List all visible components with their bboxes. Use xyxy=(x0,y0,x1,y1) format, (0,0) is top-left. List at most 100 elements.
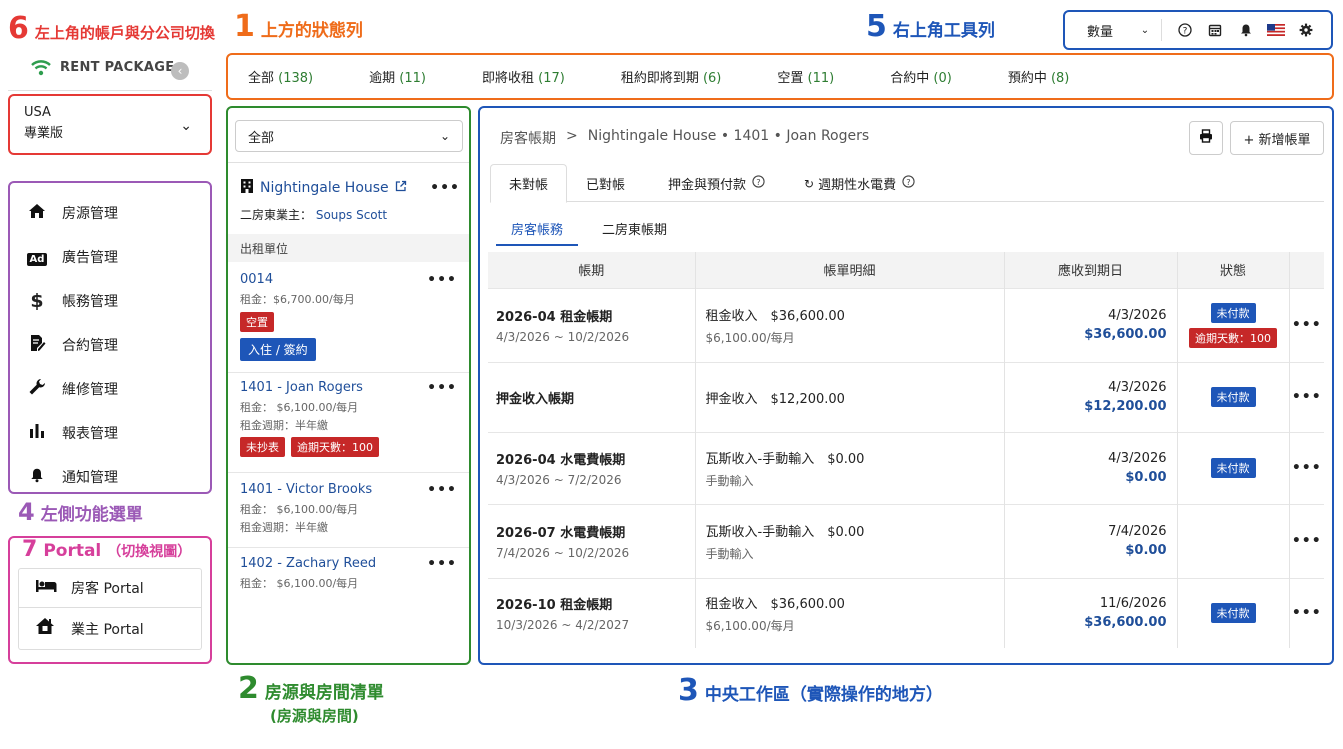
nav-item-ads[interactable]: Ad 廣告管理 xyxy=(10,235,210,279)
more-options-icon[interactable]: ••• xyxy=(427,556,457,572)
due-amount: $0.00 xyxy=(1125,543,1167,558)
table-row[interactable]: 2026-07 水電費帳期 7/4/2026 ~ 10/2/2026 瓦斯收入-手動… xyxy=(488,503,1324,578)
unit-name[interactable]: 0014 xyxy=(240,272,273,288)
plist-divider xyxy=(228,162,469,163)
print-button[interactable] xyxy=(1189,121,1223,155)
unit-item[interactable]: 1402 - Zachary Reed ••• 租金： $6,100.00/每月 xyxy=(228,549,469,601)
app-logo: RENT PACKAGE xyxy=(30,58,174,76)
unit-item[interactable]: 1401 - Joan Rogers ••• 租金： $6,100.00/每月 … xyxy=(228,374,469,472)
bell-icon[interactable] xyxy=(1230,13,1260,47)
us-flag-icon[interactable] xyxy=(1261,13,1291,47)
collapse-sidebar-icon[interactable]: ‹ xyxy=(171,62,189,80)
property-header[interactable]: Nightingale House ••• xyxy=(240,178,460,198)
more-options-icon[interactable]: ••• xyxy=(1292,533,1322,549)
nav-item-finance[interactable]: $ 帳務管理 xyxy=(10,279,210,323)
col-actions xyxy=(1289,252,1324,288)
top-right-toolbar: 數量 ⌄ ? xyxy=(1063,10,1333,50)
col-status[interactable]: 狀態 xyxy=(1177,252,1290,288)
more-options-icon[interactable]: ••• xyxy=(427,272,457,288)
more-options-icon[interactable]: ••• xyxy=(427,380,457,396)
more-options-icon[interactable]: ••• xyxy=(1292,460,1322,476)
bill-range: 10/3/2026 ~ 4/2/2027 xyxy=(496,618,630,633)
chevron-down-icon: ⌄ xyxy=(439,129,450,143)
table-header-row: 帳期 帳單明細 應收到期日 狀態 xyxy=(488,252,1324,288)
property-name[interactable]: Nightingale House xyxy=(260,180,389,196)
bill-range: 7/4/2026 ~ 10/2/2026 xyxy=(496,546,630,560)
account-switcher[interactable]: USA 專業版 ⌄ xyxy=(8,94,212,155)
bill-table: 帳期 帳單明細 應收到期日 狀態 2026-04 租金帳期 4/3/2026 ~ … xyxy=(488,252,1324,648)
subtab-sublandlord-billing[interactable]: 二房東帳期 xyxy=(602,219,667,238)
owner-portal-button[interactable]: 業主 Portal xyxy=(18,608,202,650)
landlord-line: 二房東業主： Soups Scott xyxy=(240,208,388,222)
gear-icon[interactable] xyxy=(1291,13,1321,47)
annotation-5: 5 右上角工具列 xyxy=(866,9,995,44)
property-filter-select[interactable]: 全部 ⌄ xyxy=(235,120,463,152)
table-row[interactable]: 2026-04 租金帳期 4/3/2026 ~ 10/2/2026 租金收入 $36… xyxy=(488,287,1324,362)
nav-item-maintenance[interactable]: 維修管理 xyxy=(10,367,210,411)
bill-period: 2026-04 水電費帳期 xyxy=(496,453,626,468)
more-options-icon[interactable]: ••• xyxy=(430,180,460,196)
table-row[interactable]: 押金收入帳期 押金收入 $12,200.00 4/3/2026 $12,200.00 未… xyxy=(488,361,1324,432)
status-tab[interactable]: 全部 (138) xyxy=(248,67,313,86)
more-options-icon[interactable]: ••• xyxy=(1292,605,1322,621)
col-detail[interactable]: 帳單明細 xyxy=(695,252,1005,288)
table-row[interactable]: 2026-04 水電費帳期 4/3/2026 ~ 7/2/2026 瓦斯收入-手動輸… xyxy=(488,431,1324,504)
tab-deposit-prepayment[interactable]: 押金與預付款 ? xyxy=(668,174,765,193)
calendar-icon[interactable] xyxy=(1200,13,1230,47)
unit-name[interactable]: 1401 - Victor Brooks xyxy=(240,482,372,498)
help-icon[interactable]: ? xyxy=(752,175,765,192)
nav-item-reports[interactable]: 報表管理 xyxy=(10,411,210,455)
landlord-name[interactable]: Soups Scott xyxy=(316,208,387,222)
wifi-logo-icon xyxy=(31,60,51,76)
more-options-icon[interactable]: ••• xyxy=(1292,389,1322,405)
bill-detail: 租金收入 $36,600.00 xyxy=(705,596,845,612)
bill-detail-sub: 手動輸入 xyxy=(705,546,754,561)
nav-item-contract[interactable]: 合約管理 xyxy=(10,323,210,367)
status-tab[interactable]: 逾期 (11) xyxy=(369,67,426,86)
nav-item-notifications[interactable]: 通知管理 xyxy=(10,455,210,499)
breadcrumb-root[interactable]: 房客帳期 xyxy=(500,128,556,148)
help-icon[interactable]: ? xyxy=(902,175,915,192)
overdue-days-tag: 逾期天數：100 xyxy=(291,437,379,457)
unit-item[interactable]: 1401 - Victor Brooks ••• 租金： $6,100.00/每… xyxy=(228,474,469,546)
more-options-icon[interactable]: ••• xyxy=(427,482,457,498)
bill-range: 4/3/2026 ~ 10/2/2026 xyxy=(496,330,630,344)
more-options-icon[interactable]: ••• xyxy=(1292,317,1322,333)
quantity-select[interactable]: 數量 ⌄ xyxy=(1083,13,1153,47)
annotation-1: 1 上方的狀態列 xyxy=(234,9,363,44)
move-in-sign-button[interactable]: 入住 / 簽約 xyxy=(240,338,316,361)
status-tab[interactable]: 空置 (11) xyxy=(777,67,834,86)
bill-period: 2026-04 租金帳期 xyxy=(496,310,613,325)
unpaid-badge: 未付款 xyxy=(1210,387,1256,407)
bill-detail-sub: 手動輸入 xyxy=(705,473,754,488)
unit-item[interactable]: 0014 ••• 租金：$6,700.00/每月 空置 入住 / 簽約 xyxy=(228,262,469,372)
col-due-date[interactable]: 應收到期日 xyxy=(1004,252,1178,288)
table-row[interactable]: 2026-10 租金帳期 10/3/2026 ~ 4/2/2027 租金收入 $36… xyxy=(488,577,1324,648)
rental-units-section-header: 出租單位 xyxy=(228,234,469,262)
add-bill-button[interactable]: + 新增帳單 xyxy=(1230,121,1324,155)
unit-divider xyxy=(228,547,469,548)
status-tab[interactable]: 即將收租 (17) xyxy=(482,67,565,86)
status-tab[interactable]: 租約即將到期 (6) xyxy=(621,67,722,86)
bill-detail-sub: $6,100.00/每月 xyxy=(705,330,795,345)
col-period[interactable]: 帳期 xyxy=(488,252,696,288)
status-tab[interactable]: 合約中 (0) xyxy=(890,67,952,86)
subtab-tenant-billing[interactable]: 房客帳務 xyxy=(496,216,578,246)
external-link-icon[interactable] xyxy=(395,180,407,196)
due-date: 7/4/2026 xyxy=(1108,524,1167,539)
unit-name[interactable]: 1401 - Joan Rogers xyxy=(240,380,363,396)
dollar-icon: $ xyxy=(30,290,44,312)
tab-unreconciled[interactable]: 未對帳 xyxy=(490,164,567,203)
tab-reconciled[interactable]: 已對帳 xyxy=(586,174,625,193)
unit-name[interactable]: 1402 - Zachary Reed xyxy=(240,556,376,572)
svg-text:?: ? xyxy=(1183,27,1188,37)
help-icon[interactable]: ? xyxy=(1170,13,1200,47)
bill-detail: 瓦斯收入-手動輸入 $0.00 xyxy=(705,451,865,467)
account-region: USA xyxy=(24,105,51,120)
nav-item-property[interactable]: 房源管理 xyxy=(10,191,210,235)
status-tab[interactable]: 預約中 (8) xyxy=(1008,67,1070,86)
tenant-portal-button[interactable]: 房客 Portal xyxy=(18,568,202,608)
annotation-6: 6 左上角的帳戶與分公司切換 xyxy=(8,11,215,46)
svg-text:?: ? xyxy=(756,177,760,187)
tab-recurring-utilities[interactable]: ↻ 週期性水電費 ? xyxy=(804,174,915,193)
